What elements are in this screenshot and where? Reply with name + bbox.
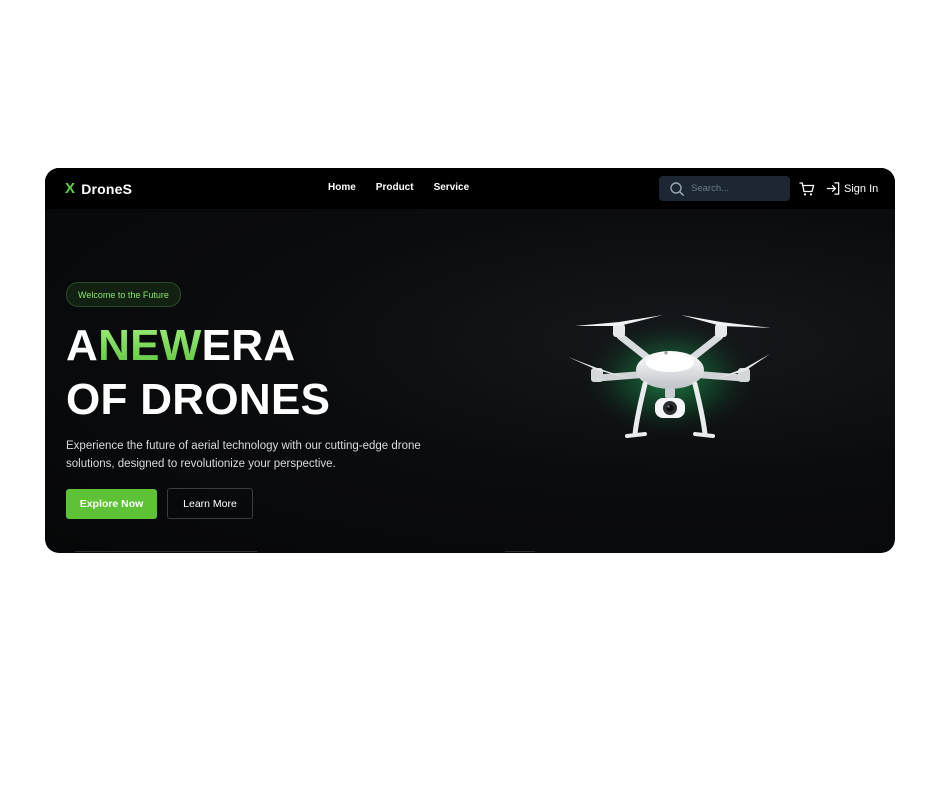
headline-line-2: OF DRONES: [66, 375, 331, 424]
hero-subtitle: Experience the future of aerial technolo…: [66, 440, 421, 470]
explore-now-button[interactable]: Explore Now: [66, 489, 157, 519]
nav-link-product[interactable]: Product: [376, 182, 414, 193]
headline-a: A: [66, 321, 99, 370]
search-icon: [670, 181, 684, 196]
hero-frame: X DroneS Home Product Service Search... …: [45, 168, 895, 553]
hero-headline: ANEWERA OF DRONES: [66, 319, 330, 427]
nav-links: Home Product Service: [328, 182, 469, 193]
logo-text: DroneS: [81, 180, 133, 197]
logo-x-mark: X: [65, 180, 76, 197]
learn-more-button[interactable]: Learn More: [167, 488, 253, 519]
welcome-badge: Welcome to the Future: [66, 282, 181, 307]
brand-logo[interactable]: X DroneS: [65, 180, 132, 197]
divider-left: [75, 551, 257, 552]
headline-era: ERA: [201, 321, 296, 370]
sign-in-icon: [826, 182, 840, 195]
search-box[interactable]: [659, 176, 790, 201]
drone-image: [568, 315, 771, 440]
divider-right: [505, 551, 535, 552]
top-navbar: X DroneS Home Product Service Search... …: [45, 168, 895, 209]
headline-line-1: ANEWERA: [66, 319, 330, 373]
headline-new: NEW: [98, 321, 202, 370]
search-input[interactable]: [689, 182, 789, 195]
sign-in-button[interactable]: Sign In: [826, 181, 878, 196]
nav-link-service[interactable]: Service: [434, 182, 470, 193]
sign-in-label: Sign In: [844, 182, 879, 195]
nav-link-home[interactable]: Home: [328, 182, 356, 193]
cart-icon[interactable]: [799, 181, 815, 197]
